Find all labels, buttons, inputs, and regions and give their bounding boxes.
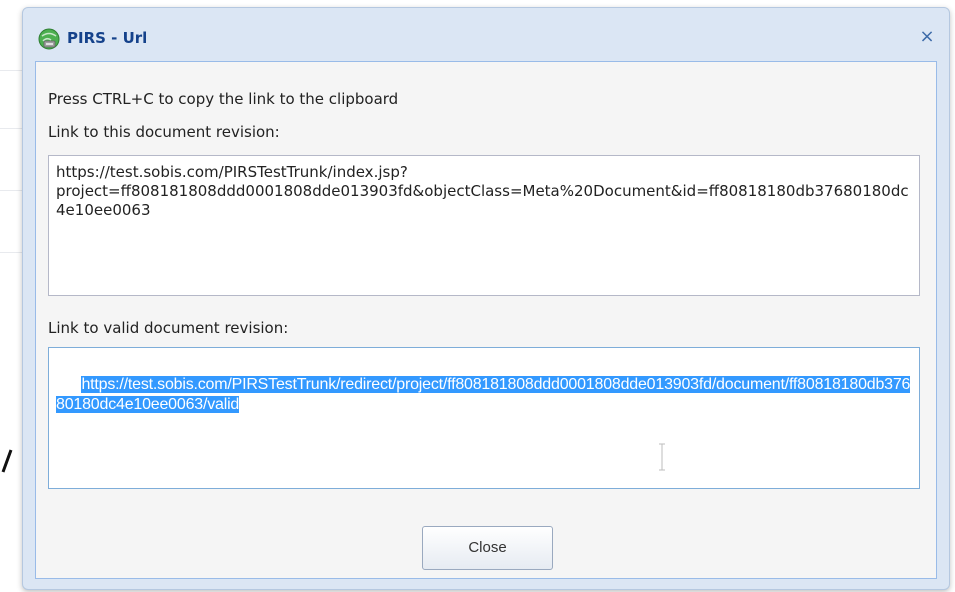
dialog-titlebar[interactable]: PIRS - Url ×: [23, 8, 949, 60]
background-divider: [0, 252, 22, 253]
revision-link-textarea[interactable]: https://test.sobis.com/PIRSTestTrunk/ind…: [48, 155, 920, 296]
background-divider: [0, 128, 22, 129]
background-stroke: [1, 449, 13, 473]
url-dialog: PIRS - Url × Press CTRL+C to copy the li…: [22, 7, 950, 590]
dialog-title: PIRS - Url: [67, 29, 148, 47]
valid-link-label: Link to valid document revision:: [48, 319, 289, 337]
background-divider: [0, 70, 22, 71]
text-cursor-icon: [659, 443, 665, 471]
valid-link-textarea[interactable]: https://test.sobis.com/PIRSTestTrunk/red…: [48, 347, 920, 489]
globe-link-icon: [38, 28, 60, 50]
dialog-body: Press CTRL+C to copy the link to the cli…: [35, 61, 937, 579]
revision-link-label: Link to this document revision:: [48, 123, 280, 141]
close-button[interactable]: Close: [422, 526, 553, 570]
instructions-text: Press CTRL+C to copy the link to the cli…: [48, 90, 399, 108]
selected-link-text: https://test.sobis.com/PIRSTestTrunk/red…: [56, 376, 911, 413]
background-divider: [0, 190, 22, 191]
close-icon[interactable]: ×: [918, 28, 936, 46]
